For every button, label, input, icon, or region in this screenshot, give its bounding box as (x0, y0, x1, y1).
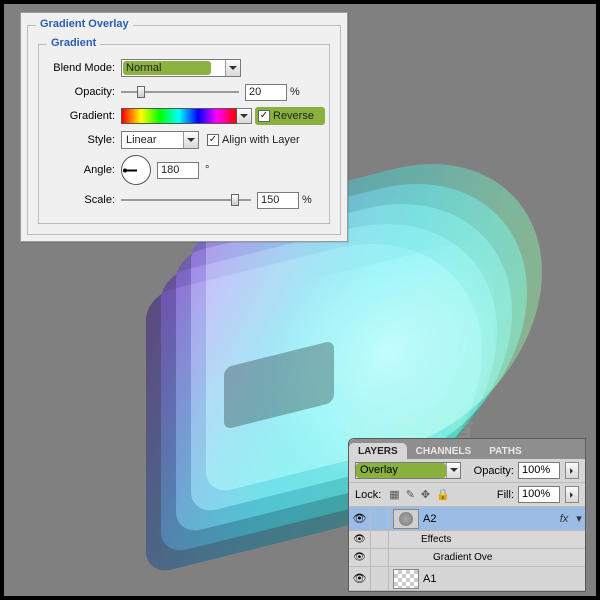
scale-unit: % (302, 194, 312, 206)
scale-value[interactable]: 150 (257, 192, 299, 209)
blend-mode-select[interactable]: Normal (121, 59, 241, 77)
blend-mode-value: Normal (122, 60, 225, 76)
opacity-slider[interactable] (121, 85, 239, 99)
gradient-section-label: Gradient (47, 37, 100, 49)
fill-label: Fill: (497, 489, 514, 501)
layer-name[interactable]: A2 (423, 513, 555, 525)
panel-tabs: LAYERS CHANNELS PATHS (349, 439, 585, 459)
tab-channels[interactable]: CHANNELS (407, 443, 481, 459)
chevron-down-icon[interactable] (183, 132, 198, 148)
effects-row[interactable]: 👁 Effects (349, 531, 585, 549)
visibility-eye-icon[interactable]: 👁 (349, 507, 371, 530)
reverse-label: Reverse (273, 110, 314, 122)
layer-blend-mode-select[interactable]: Overlay (355, 462, 461, 479)
tab-paths[interactable]: PATHS (480, 443, 530, 459)
visibility-eye-icon[interactable]: 👁 (349, 531, 371, 549)
fill-value[interactable]: 100% (518, 486, 560, 503)
opacity-flyout-button[interactable] (565, 462, 579, 479)
effect-item-label: Gradient Ove (433, 552, 492, 563)
align-label: Align with Layer (222, 134, 300, 146)
fx-badge[interactable]: fx (555, 513, 573, 525)
layer-opacity-label: Opacity: (474, 465, 514, 477)
opacity-label: Opacity: (47, 86, 121, 98)
layer-opacity-value[interactable]: 100% (518, 462, 560, 479)
align-checkbox[interactable] (207, 134, 219, 146)
effects-toggle-icon[interactable]: ▾ (573, 512, 585, 525)
angle-value[interactable]: 180 (157, 162, 199, 179)
style-label: Style: (47, 134, 121, 146)
lock-icons: ▦ ✎ ✥ 🔒 (385, 488, 454, 501)
layer-list: 👁 A2 fx ▾ 👁 Effects 👁 Gradient Ove 👁 (349, 507, 585, 591)
angle-dial[interactable] (121, 155, 151, 185)
gradient-label: Gradient: (47, 110, 121, 122)
layers-panel: LAYERS CHANNELS PATHS Overlay Opacity: 1… (348, 438, 586, 592)
opacity-value[interactable]: 20 (245, 84, 287, 101)
chevron-down-icon[interactable] (237, 108, 252, 124)
lock-paint-icon[interactable]: ✎ (406, 488, 415, 501)
reverse-checkbox[interactable] (258, 110, 270, 122)
angle-unit: ° (205, 164, 209, 176)
scale-label: Scale: (47, 194, 121, 206)
style-value: Linear (122, 132, 183, 148)
layer-row[interactable]: 👁 A1 (349, 567, 585, 591)
visibility-eye-icon[interactable]: 👁 (349, 567, 371, 590)
tab-layers[interactable]: LAYERS (349, 443, 407, 459)
visibility-eye-icon[interactable]: 👁 (349, 549, 371, 567)
gradient-overlay-dialog: Gradient Overlay Gradient Blend Mode: No… (20, 12, 348, 242)
lock-position-icon[interactable]: ✥ (421, 488, 430, 501)
lock-transparency-icon[interactable]: ▦ (389, 488, 399, 501)
style-select[interactable]: Linear (121, 131, 199, 149)
layer-name[interactable]: A1 (423, 573, 585, 585)
fill-flyout-button[interactable] (565, 486, 579, 503)
angle-label: Angle: (47, 164, 121, 176)
effect-item-row[interactable]: 👁 Gradient Ove (349, 549, 585, 567)
lock-all-icon[interactable]: 🔒 (436, 488, 450, 501)
chevron-down-icon[interactable] (225, 60, 240, 76)
layer-thumbnail[interactable] (393, 569, 419, 589)
opacity-unit: % (290, 86, 300, 98)
layer-blend-mode-value: Overlay (356, 463, 446, 478)
blend-mode-label: Blend Mode: (47, 62, 121, 74)
gradient-preview[interactable] (121, 108, 237, 124)
scale-slider[interactable] (121, 193, 251, 207)
layer-row[interactable]: 👁 A2 fx ▾ (349, 507, 585, 531)
dialog-title: Gradient Overlay (36, 18, 133, 30)
effects-label: Effects (421, 534, 451, 545)
gradient-picker[interactable] (121, 108, 252, 124)
lock-label: Lock: (355, 489, 381, 501)
chevron-down-icon[interactable] (446, 463, 460, 478)
layer-thumbnail[interactable] (393, 509, 419, 529)
